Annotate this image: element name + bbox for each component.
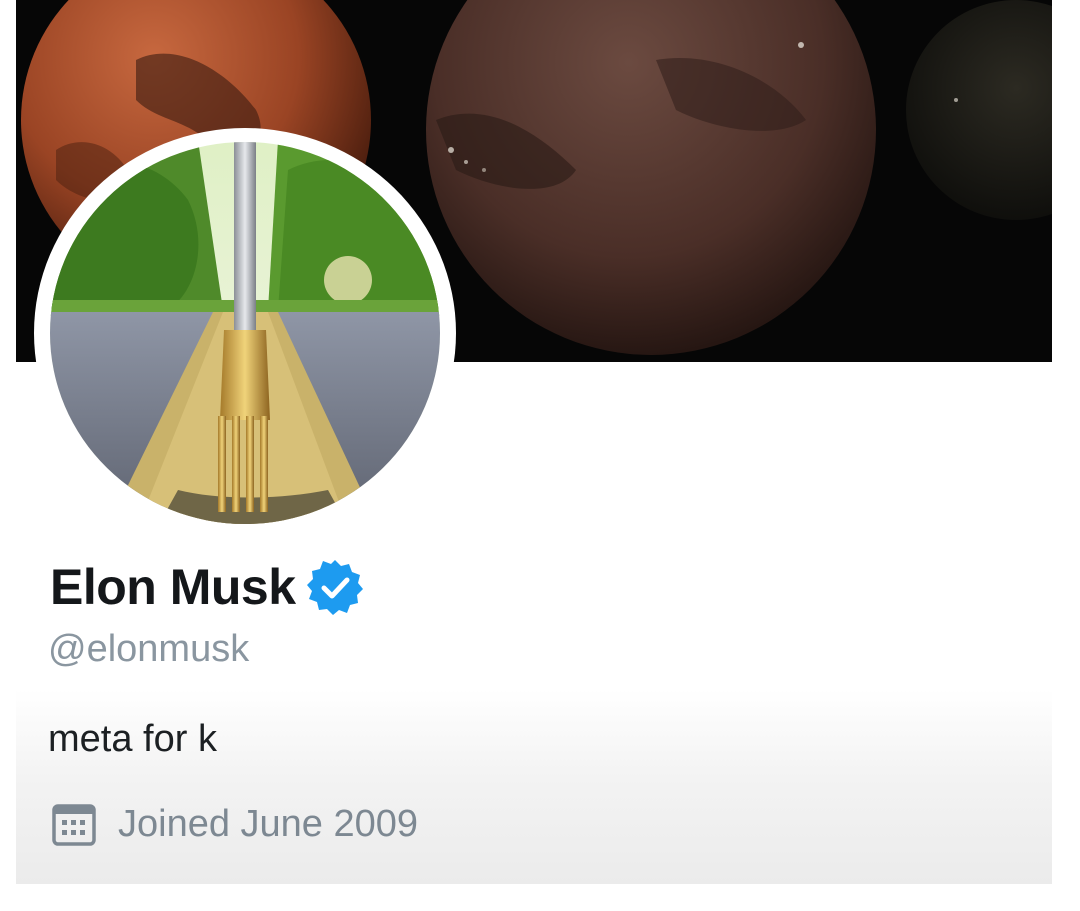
avatar-image: [50, 142, 440, 524]
profile-avatar[interactable]: [34, 128, 456, 538]
joined-date-row: Joined June 2009: [50, 800, 418, 848]
joined-date-text: Joined June 2009: [118, 802, 419, 845]
profile-name: Elon Musk: [50, 559, 296, 615]
calendar-icon: [50, 800, 98, 848]
profile-handle: @elonmusk: [48, 628, 250, 670]
verified-badge-icon: [306, 558, 364, 616]
profile-bio: meta for k: [48, 718, 217, 760]
profile-name-row: Elon Musk: [50, 556, 364, 618]
profile-card: Elon Musk @elonmusk meta for k Joined Ju…: [16, 0, 1052, 884]
